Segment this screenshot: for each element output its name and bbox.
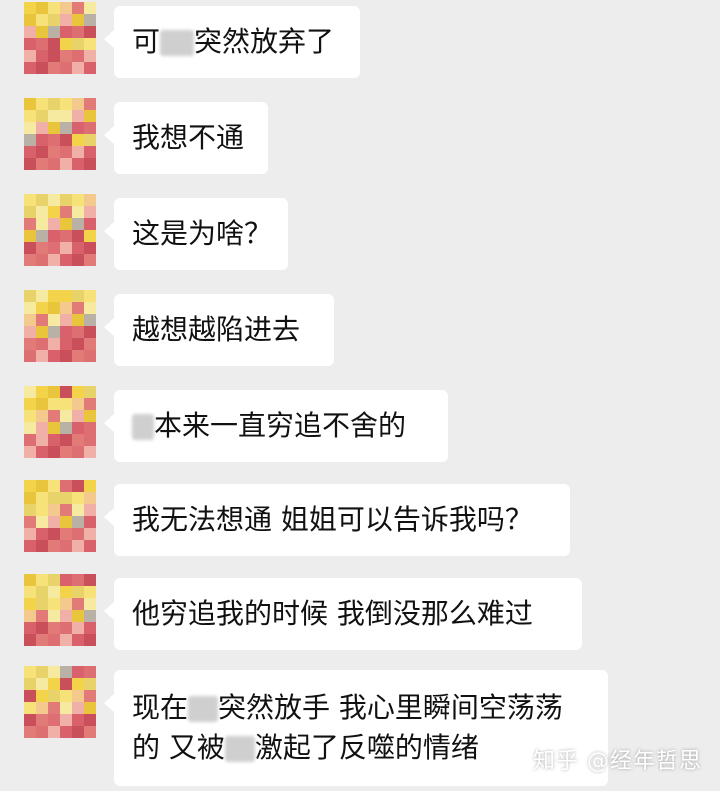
redacted-text xyxy=(224,736,255,762)
avatar[interactable] xyxy=(24,194,96,266)
message-row: 可突然放弃了 xyxy=(0,0,720,88)
message-bubble[interactable]: 我无法想通 姐姐可以告诉我吗？ xyxy=(104,484,570,556)
message-bubble[interactable]: 这是为啥？ xyxy=(104,198,288,270)
avatar[interactable] xyxy=(24,2,96,74)
redacted-text xyxy=(160,30,195,56)
avatar[interactable] xyxy=(24,290,96,362)
message-text: 突然放手 我心里瞬间空荡荡 xyxy=(218,691,563,724)
avatar[interactable] xyxy=(24,574,96,646)
message-bubble[interactable]: 本来一直穷追不舍的 xyxy=(104,390,448,462)
message-text: 突然放弃了 xyxy=(194,25,335,58)
message-row: 越想越陷进去 xyxy=(0,288,720,376)
message-bubble[interactable]: 越想越陷进去 xyxy=(104,294,334,366)
message-bubble[interactable]: 我想不通 xyxy=(104,102,268,174)
message-text: 这是为啥？ xyxy=(132,217,273,250)
message-row: 他穷追我的时候 我倒没那么难过 xyxy=(0,572,720,660)
message-text: 本来一直穷追不舍的 xyxy=(154,409,407,442)
message-line: 现在 突然放手 我心里瞬间空荡荡 xyxy=(132,688,590,728)
message-row: 我想不通 xyxy=(0,96,720,184)
avatar[interactable] xyxy=(24,480,96,552)
avatar[interactable] xyxy=(24,386,96,458)
message-text: 的 又被 xyxy=(132,731,225,764)
message-text: 现在 xyxy=(132,691,189,724)
message-text: 我想不通 xyxy=(132,121,245,154)
redacted-text xyxy=(132,414,154,440)
message-text: 他穷追我的时候 我倒没那么难过 xyxy=(132,597,533,630)
message-text: 可 xyxy=(132,25,161,58)
avatar[interactable] xyxy=(24,98,96,170)
message-row: 我无法想通 姐姐可以告诉我吗？ xyxy=(0,478,720,566)
message-line: 的 又被 激起了反噬的情绪 xyxy=(132,728,590,768)
redacted-text xyxy=(188,696,219,722)
message-text: 激起了反噬的情绪 xyxy=(254,731,479,764)
chat-area: 可突然放弃了 我想不通 这是为啥？ 越想越陷进去 本来一直穷追不舍的 我无法想通… xyxy=(0,0,720,791)
watermark: 知乎 @经年哲思 xyxy=(533,749,702,774)
message-bubble[interactable]: 他穷追我的时候 我倒没那么难过 xyxy=(104,578,582,650)
message-text: 越想越陷进去 xyxy=(132,313,301,346)
message-text: 我无法想通 姐姐可以告诉我吗？ xyxy=(132,503,533,536)
avatar[interactable] xyxy=(24,666,96,738)
message-row: 这是为啥？ xyxy=(0,192,720,280)
message-row: 本来一直穷追不舍的 xyxy=(0,384,720,472)
message-bubble[interactable]: 可突然放弃了 xyxy=(104,6,360,78)
